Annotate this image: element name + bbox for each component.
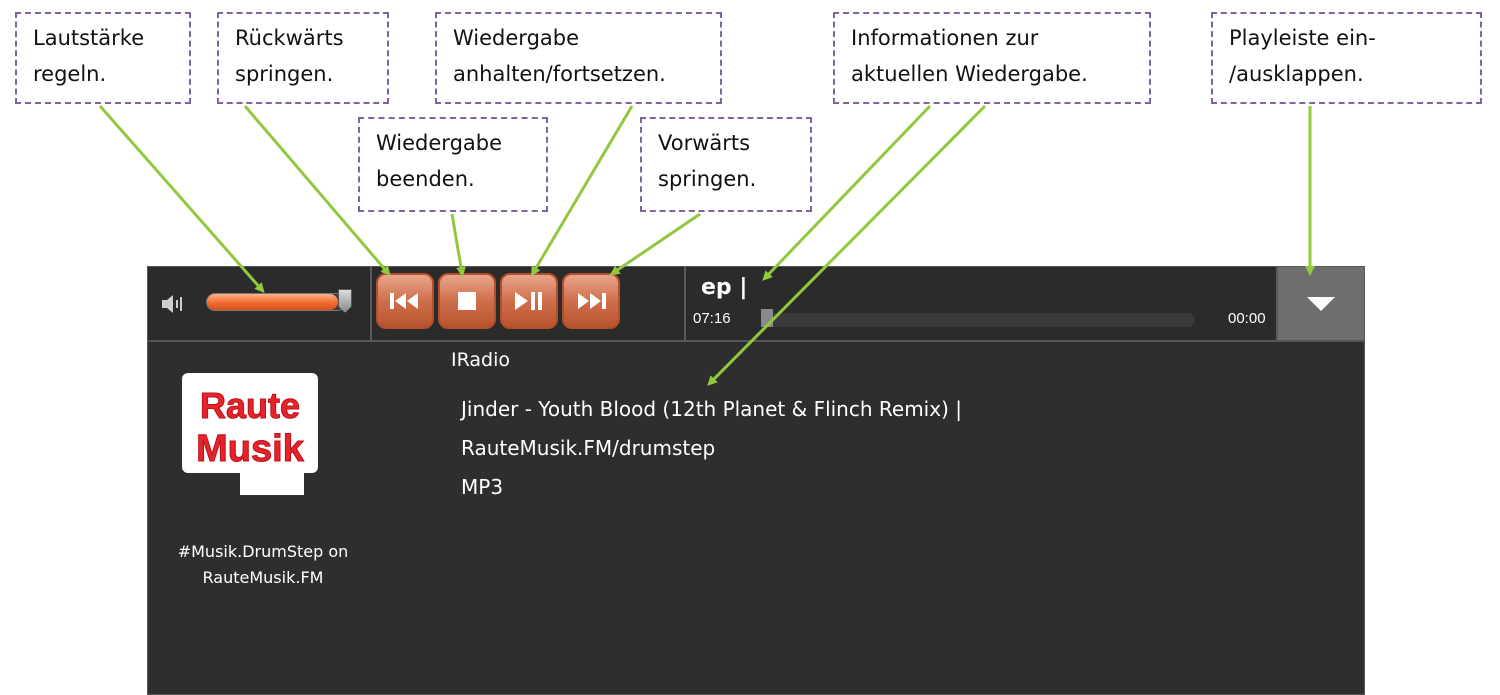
volume-slider[interactable] xyxy=(206,293,346,311)
skip-forward-icon xyxy=(578,293,606,309)
callout-playlist: Playleiste ein- /ausklappen. xyxy=(1211,12,1482,104)
callout-stop: Wiedergabe beenden. xyxy=(358,117,548,212)
stop-button[interactable] xyxy=(438,273,496,329)
callout-volume: Lautstärke regeln. xyxy=(15,12,191,104)
callout-play: Wiedergabe anhalten/fortsetzen. xyxy=(435,12,722,104)
now-playing-title: ep | xyxy=(701,275,748,300)
callout-info: Informationen zur aktuellen Wiedergabe. xyxy=(833,12,1151,104)
playlist-toggle-button[interactable] xyxy=(1278,267,1364,340)
player-toolbar: ep | 07:16 00:00 xyxy=(148,267,1364,342)
source-label: IRadio xyxy=(451,349,510,371)
play-pause-button[interactable] xyxy=(500,273,558,329)
divider xyxy=(370,267,372,340)
callout-forward: Vorwärts springen. xyxy=(640,117,812,212)
play-pause-icon xyxy=(515,292,542,310)
speaker-icon[interactable] xyxy=(161,294,185,314)
time-elapsed: 07:16 xyxy=(693,310,731,327)
divider xyxy=(684,267,686,340)
station-logo: Raute Musik xyxy=(182,373,318,495)
audio-format: MP3 xyxy=(461,475,504,499)
svg-text:Raute: Raute xyxy=(200,385,300,426)
skip-back-icon xyxy=(390,293,418,309)
callout-back: Rückwärts springen. xyxy=(217,12,389,104)
time-total: 00:00 xyxy=(1228,310,1266,327)
stop-icon xyxy=(458,292,476,310)
media-player: ep | 07:16 00:00 Raute Musik #Musik.Drum… xyxy=(147,266,1365,695)
progress-handle[interactable] xyxy=(761,309,773,327)
station-name: #Musik.DrumStep on RauteMusik.FM xyxy=(177,542,349,587)
station-url: RauteMusik.FM/drumstep xyxy=(461,436,716,460)
svg-text:Musik: Musik xyxy=(196,428,305,470)
skip-forward-button[interactable] xyxy=(562,273,620,329)
track-title: Jinder - Youth Blood (12th Planet & Flin… xyxy=(461,397,962,421)
progress-bar[interactable] xyxy=(760,312,1196,328)
volume-fill xyxy=(207,294,339,310)
skip-back-button[interactable] xyxy=(376,273,434,329)
triangle-down-icon xyxy=(1307,296,1335,311)
